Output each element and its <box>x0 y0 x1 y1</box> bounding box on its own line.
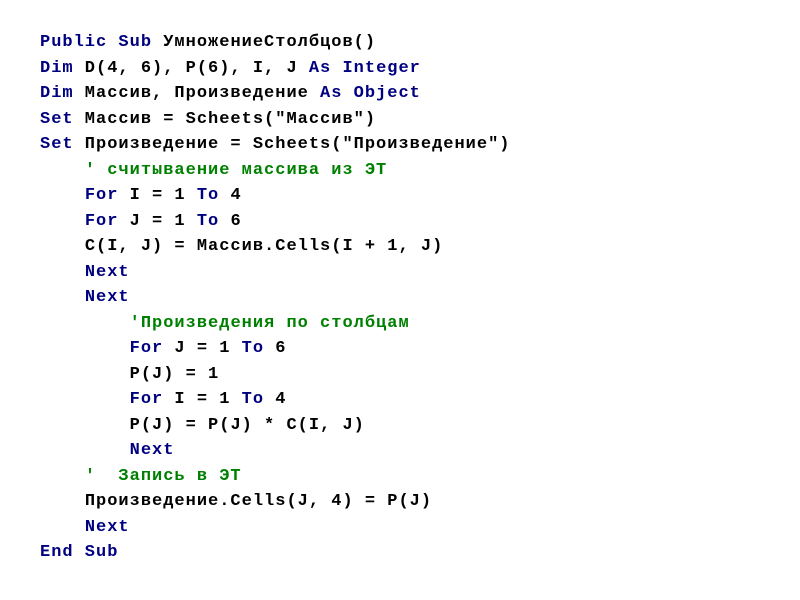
code-line: Произведение.Cells(J, 4) = P(J) <box>40 489 770 515</box>
code-text: D(4, 6), P(6), I, J <box>74 59 309 78</box>
keyword: Next <box>85 263 130 282</box>
code-text: P(J) = 1 <box>130 365 220 384</box>
code-text: УмножениеСтолбцов() <box>152 33 376 52</box>
keyword: To <box>242 339 264 358</box>
keyword: Dim <box>40 84 74 103</box>
keyword: Set <box>40 135 74 154</box>
keyword: Set <box>40 110 74 129</box>
code-text: Произведение.Cells(J, 4) = P(J) <box>85 492 432 511</box>
code-line: End Sub <box>40 540 770 566</box>
code-text: Массив, Произведение <box>74 84 320 103</box>
code-text: Массив = Scheets("Массив") <box>74 110 376 129</box>
code-line: ' Запись в ЭТ <box>40 464 770 490</box>
code-line: For I = 1 To 4 <box>40 387 770 413</box>
code-text: Произведение = Scheets("Произведение") <box>74 135 511 154</box>
code-line: P(J) = P(J) * C(I, J) <box>40 413 770 439</box>
code-text: P(J) = P(J) * C(I, J) <box>130 416 365 435</box>
code-text: 4 <box>219 186 241 205</box>
code-line: For J = 1 To 6 <box>40 209 770 235</box>
code-line: 'Произведения по столбцам <box>40 311 770 337</box>
code-line: Dim Массив, Произведение As Object <box>40 81 770 107</box>
keyword: For <box>85 212 119 231</box>
keyword: Dim <box>40 59 74 78</box>
code-line: ' считываение массива из ЭТ <box>40 158 770 184</box>
code-line: Public Sub УмножениеСтолбцов() <box>40 30 770 56</box>
code-text: 6 <box>219 212 241 231</box>
code-line: Set Массив = Scheets("Массив") <box>40 107 770 133</box>
code-line: Set Произведение = Scheets("Произведение… <box>40 132 770 158</box>
code-text: 4 <box>264 390 286 409</box>
keyword: To <box>197 186 219 205</box>
code-line: P(J) = 1 <box>40 362 770 388</box>
code-line: Next <box>40 260 770 286</box>
keyword: Next <box>85 288 130 307</box>
code-text: I = 1 <box>163 390 241 409</box>
keyword: To <box>242 390 264 409</box>
code-text: J = 1 <box>118 212 196 231</box>
keyword: As Object <box>320 84 421 103</box>
comment: ' Запись в ЭТ <box>85 467 242 486</box>
code-line: Next <box>40 285 770 311</box>
code-text: C(I, J) = Массив.Cells(I + 1, J) <box>85 237 443 256</box>
code-block: Public Sub УмножениеСтолбцов()Dim D(4, 6… <box>40 30 770 566</box>
comment: ' считываение массива из ЭТ <box>85 161 387 180</box>
code-line: C(I, J) = Массив.Cells(I + 1, J) <box>40 234 770 260</box>
keyword: End Sub <box>40 543 118 562</box>
keyword: For <box>85 186 119 205</box>
code-line: For J = 1 To 6 <box>40 336 770 362</box>
code-line: For I = 1 To 4 <box>40 183 770 209</box>
keyword: As Integer <box>309 59 421 78</box>
comment: 'Произведения по столбцам <box>130 314 410 333</box>
code-line: Dim D(4, 6), P(6), I, J As Integer <box>40 56 770 82</box>
keyword: Next <box>85 518 130 537</box>
keyword: For <box>130 390 164 409</box>
keyword: Next <box>130 441 175 460</box>
code-text: I = 1 <box>118 186 196 205</box>
code-text: 6 <box>264 339 286 358</box>
code-line: Next <box>40 438 770 464</box>
keyword: To <box>197 212 219 231</box>
keyword: For <box>130 339 164 358</box>
code-text: J = 1 <box>163 339 241 358</box>
code-line: Next <box>40 515 770 541</box>
keyword: Public Sub <box>40 33 152 52</box>
